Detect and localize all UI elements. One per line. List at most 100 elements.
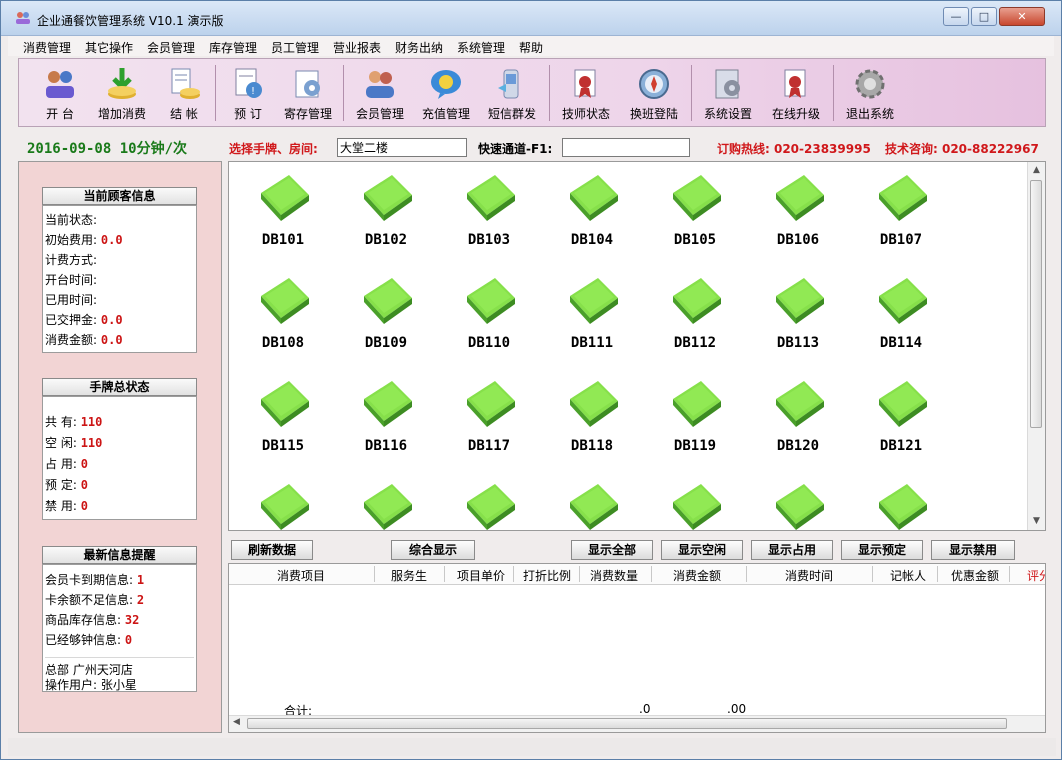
room-book-icon <box>261 278 309 324</box>
vertical-scrollbar[interactable]: ▲ ▼ <box>1027 162 1045 530</box>
room-tile-label: DB116 <box>364 438 408 454</box>
scroll-left-icon[interactable]: ◀ <box>233 717 240 727</box>
room-tile[interactable]: DB107 <box>851 165 951 265</box>
quick-channel-input[interactable] <box>562 138 690 157</box>
recharge-button[interactable]: 充值管理 <box>415 63 477 123</box>
room-tile[interactable]: DB115 <box>233 371 333 471</box>
online-upgrade-button[interactable]: 在线升级 <box>765 63 827 123</box>
col-recorder[interactable]: 记帐人 <box>890 567 926 584</box>
menu-staff[interactable]: 员工管理 <box>271 39 319 56</box>
show-all-button[interactable]: 显示全部 <box>571 540 653 560</box>
summary-display-button[interactable]: 综合显示 <box>391 540 475 560</box>
room-tile[interactable]: DB105 <box>645 165 745 265</box>
menu-member[interactable]: 会员管理 <box>147 39 195 56</box>
col-waiter[interactable]: 服务生 <box>391 567 427 584</box>
scroll-thumb[interactable] <box>1030 180 1042 428</box>
refresh-data-button[interactable]: 刷新数据 <box>231 540 313 560</box>
room-book-icon <box>364 381 412 427</box>
maximize-button[interactable]: □ <box>971 7 997 26</box>
col-unit-price[interactable]: 项目单价 <box>457 567 505 584</box>
shift-icon <box>639 69 669 99</box>
room-tile[interactable]: DB112 <box>645 268 745 368</box>
col-amount[interactable]: 消费金额 <box>673 567 721 584</box>
menu-other[interactable]: 其它操作 <box>85 39 133 56</box>
menu-consume[interactable]: 消费管理 <box>23 39 71 56</box>
col-quantity[interactable]: 消费数量 <box>590 567 638 584</box>
select-tag-input[interactable] <box>337 138 467 157</box>
show-reserved-button[interactable]: 显示预定 <box>841 540 923 560</box>
menu-report[interactable]: 营业报表 <box>333 39 381 56</box>
col-discount[interactable]: 打折比例 <box>523 567 571 584</box>
menu-system[interactable]: 系统管理 <box>457 39 505 56</box>
room-book-icon <box>776 175 824 221</box>
storage-button[interactable]: 寄存管理 <box>277 63 339 123</box>
customer-initial-fee-row: 初始费用: 0.0 <box>45 233 123 247</box>
technician-status-button[interactable]: 技师状态 <box>555 63 617 123</box>
col-discount-amount[interactable]: 优惠金额 <box>951 567 999 584</box>
sms-button[interactable]: 短信群发 <box>481 63 543 123</box>
checkout-button[interactable]: 结 帐 <box>157 63 211 123</box>
room-tile[interactable] <box>851 474 951 530</box>
customer-open-time-row: 开台时间: <box>45 273 98 287</box>
reserve-button[interactable]: ! 预 订 <box>221 63 275 123</box>
exit-icon <box>855 69 885 99</box>
exit-system-button[interactable]: 退出系统 <box>839 63 901 123</box>
shift-login-label: 换班登陆 <box>629 107 678 121</box>
room-tile[interactable]: DB117 <box>439 371 539 471</box>
minimize-button[interactable]: — <box>943 7 969 26</box>
room-tile[interactable] <box>748 474 848 530</box>
room-tile[interactable] <box>336 474 436 530</box>
shift-login-button[interactable]: 换班登陆 <box>623 63 685 123</box>
left-info-panel: 当前顾客信息 当前状态: 初始费用: 0.0 计费方式: 开台时间: 已用时间:… <box>18 161 222 733</box>
col-score[interactable]: 评分 <box>1027 567 1045 584</box>
room-tile[interactable]: DB101 <box>233 165 333 265</box>
menu-finance[interactable]: 财务出纳 <box>395 39 443 56</box>
room-tile[interactable]: DB106 <box>748 165 848 265</box>
show-free-button[interactable]: 显示空闲 <box>661 540 743 560</box>
room-tile[interactable]: DB110 <box>439 268 539 368</box>
open-table-button[interactable]: 开 台 <box>33 63 87 123</box>
room-tile[interactable]: DB102 <box>336 165 436 265</box>
show-used-button[interactable]: 显示占用 <box>751 540 833 560</box>
room-tile[interactable] <box>645 474 745 530</box>
room-tile[interactable]: DB116 <box>336 371 436 471</box>
room-tile[interactable] <box>233 474 333 530</box>
room-tile[interactable]: DB111 <box>542 268 642 368</box>
info-divider <box>45 657 194 658</box>
room-book-icon <box>467 381 515 427</box>
member-button[interactable]: 会员管理 <box>349 63 411 123</box>
menu-stock[interactable]: 库存管理 <box>209 39 257 56</box>
add-consume-button[interactable]: 增加消费 <box>91 63 153 123</box>
system-settings-label: 系统设置 <box>703 107 752 121</box>
room-tile[interactable] <box>439 474 539 530</box>
room-book-icon <box>261 484 309 530</box>
room-tile[interactable]: DB119 <box>645 371 745 471</box>
room-tile[interactable]: DB120 <box>748 371 848 471</box>
room-tile[interactable]: DB114 <box>851 268 951 368</box>
date-rate-text: 2016-09-08 10分钟/次 <box>27 141 188 157</box>
menu-help[interactable]: 帮助 <box>519 39 543 56</box>
system-settings-button[interactable]: 系统设置 <box>697 63 759 123</box>
hscroll-thumb[interactable] <box>247 718 1007 729</box>
room-tile[interactable]: DB121 <box>851 371 951 471</box>
room-tile-label: DB110 <box>467 335 511 351</box>
room-tile-label: DB103 <box>467 232 511 248</box>
scroll-up-icon[interactable]: ▲ <box>1028 162 1045 179</box>
room-tile[interactable]: DB109 <box>336 268 436 368</box>
room-tile[interactable]: DB104 <box>542 165 642 265</box>
close-icon: ✕ <box>1017 10 1027 23</box>
col-item[interactable]: 消费项目 <box>277 567 325 584</box>
room-tile[interactable]: DB118 <box>542 371 642 471</box>
room-tile[interactable]: DB108 <box>233 268 333 368</box>
reserve-icon: ! <box>235 68 262 98</box>
scroll-down-icon[interactable]: ▼ <box>1028 513 1045 530</box>
horizontal-scrollbar[interactable]: ◀ <box>229 715 1045 732</box>
room-tile[interactable] <box>542 474 642 530</box>
room-book-icon <box>673 175 721 221</box>
room-tile[interactable]: DB103 <box>439 165 539 265</box>
col-time[interactable]: 消费时间 <box>785 567 833 584</box>
room-tile[interactable]: DB113 <box>748 268 848 368</box>
show-disabled-button[interactable]: 显示禁用 <box>931 540 1015 560</box>
close-button[interactable]: ✕ <box>999 7 1045 26</box>
room-tile-label: DB106 <box>776 232 820 248</box>
